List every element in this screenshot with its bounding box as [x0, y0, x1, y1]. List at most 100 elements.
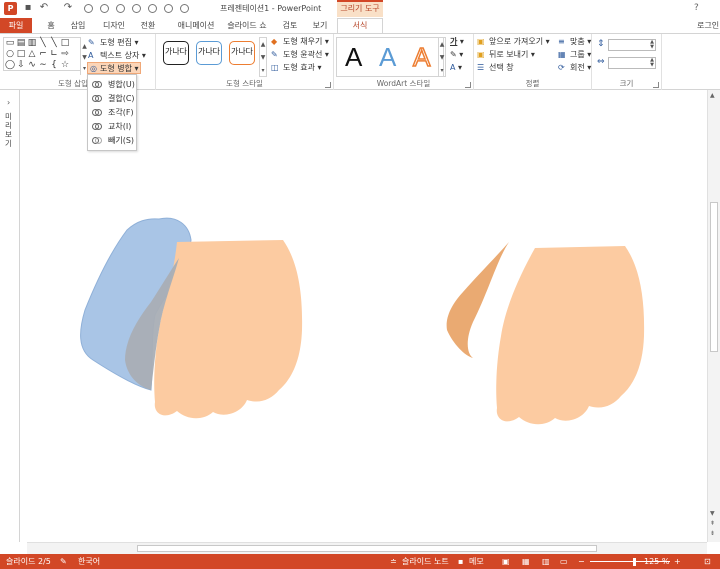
slide-sorter-icon[interactable]: ▦ [522, 554, 530, 569]
square-shape-icon[interactable]: □ [16, 50, 26, 59]
shape-style-black[interactable]: 가나다 [163, 41, 189, 65]
shape-height-input[interactable]: ▲ ▼ [608, 39, 656, 51]
tab-review[interactable]: 검토 [280, 19, 300, 33]
fit-slide-icon[interactable]: ⊡ [704, 554, 711, 569]
rectangle2-shape-icon[interactable]: □ [60, 39, 70, 48]
edit-shape-button[interactable]: ✎ 도형 편집 ▾ [88, 37, 139, 49]
bring-forward-button[interactable]: ▣ 앞으로 가져오기 ▾ [477, 36, 550, 48]
rounded-shape-icon[interactable]: ◯ [5, 61, 15, 70]
merge-shapes-button[interactable]: ◎ 도형 병합 ▾ [87, 62, 141, 74]
previous-slide-icon[interactable]: ⇞ [710, 520, 715, 527]
horizontal-scroll-thumb[interactable] [137, 545, 597, 552]
vertical-scroll-thumb[interactable] [710, 202, 718, 352]
qat-shape-icon-4[interactable] [132, 4, 141, 13]
next-slide-icon[interactable]: ⇟ [710, 530, 715, 537]
spelling-check-icon[interactable]: ✎ [60, 554, 67, 569]
shape-effects-button[interactable]: ◫ 도형 효과 ▾ [271, 62, 322, 74]
oval-shape-icon[interactable]: ○ [5, 50, 15, 59]
merge-combine-item[interactable]: 결합(C) [88, 92, 136, 105]
comments-button[interactable]: 메모 [469, 554, 484, 569]
qat-shape-icon-5[interactable] [148, 4, 157, 13]
help-button[interactable]: ? [694, 3, 699, 13]
notes-icon[interactable]: ≐ [390, 554, 397, 569]
send-backward-button[interactable]: ▣ 뒤로 보내기 ▾ [477, 49, 535, 61]
tab-slideshow[interactable]: 슬라이드 쇼 [225, 19, 269, 33]
selection-pane-button[interactable]: ☰ 선택 창 [477, 62, 514, 74]
qat-shape-icon-1[interactable] [84, 4, 93, 13]
tab-format[interactable]: 서식 [337, 18, 383, 34]
text-fill-button[interactable]: 가 ▾ [450, 36, 464, 48]
vertical-scrollbar[interactable]: ▲ ▼ ⇞ ⇟ [707, 90, 720, 542]
curved-connector-shape-icon[interactable]: ∟ [49, 50, 59, 59]
wordart-black[interactable]: A [345, 43, 362, 71]
undo-icon[interactable]: ↶ [38, 2, 50, 14]
tab-insert[interactable]: 삽입 [68, 19, 88, 33]
tab-file[interactable]: 파일 [0, 18, 32, 33]
star-shape-icon[interactable]: ☆ [60, 61, 70, 70]
tab-transitions[interactable]: 전환 [138, 19, 158, 33]
rotate-button[interactable]: ⟳ 회전 ▾ [558, 62, 591, 74]
scroll-up-arrow[interactable]: ▲ [710, 92, 715, 99]
shape-styles-scroll[interactable]: ▲ ▼ ▾ [259, 37, 267, 77]
shape-gallery[interactable]: ▭ ▤ ▥ ╲ ╲ □ ○ □ △ ⌐ ∟ ⇨ ◯ ⇩ ∿ ∼ { ☆ ▲ ▼ ▾ [3, 37, 87, 75]
text-outline-button[interactable]: ✎ ▾ [450, 49, 463, 61]
qat-shape-icon-3[interactable] [116, 4, 125, 13]
tab-view[interactable]: 보기 [310, 19, 330, 33]
tab-animations[interactable]: 애니메이션 [170, 19, 222, 33]
bracket-shape-icon[interactable]: { [49, 61, 59, 70]
redo-icon[interactable]: ↷ [62, 2, 74, 14]
triangle-shape-icon[interactable]: △ [27, 50, 37, 59]
text-effects-button[interactable]: A ▾ [450, 62, 462, 74]
merge-union-item[interactable]: 병합(U) [88, 78, 136, 91]
qat-shape-icon-7[interactable] [180, 4, 189, 13]
block-arrow-shape-icon[interactable]: ⇨ [60, 50, 70, 59]
text-box-button[interactable]: A 텍스트 상자 ▾ [88, 50, 146, 62]
arrow-line-shape-icon[interactable]: ╲ [49, 39, 59, 48]
wordart-scroll[interactable]: ▲ ▼ ▾ [438, 37, 446, 77]
comments-icon[interactable]: ▪ [458, 554, 463, 569]
merge-fragment-item[interactable]: 조각(F) [88, 106, 136, 119]
elbow-connector-shape-icon[interactable]: ⌐ [38, 50, 48, 59]
powerpoint-app-icon[interactable]: P [4, 2, 17, 15]
wordart-launcher[interactable] [465, 82, 471, 88]
scroll-down-arrow[interactable]: ▼ [710, 510, 715, 517]
textbox-shape-icon[interactable]: ▤ [16, 39, 26, 48]
shape-width-input[interactable]: ▲ ▼ [608, 57, 656, 69]
sign-in-link[interactable]: 로그인 [697, 20, 719, 31]
reading-view-icon[interactable]: ▥ [542, 554, 550, 569]
qat-shape-icon-2[interactable] [100, 4, 109, 13]
shape-style-blue[interactable]: 가나다 [196, 41, 222, 65]
save-icon[interactable]: ▪ [22, 2, 34, 14]
merge-subtract-item[interactable]: 빼기(S) [88, 134, 136, 147]
expand-chevron-icon[interactable]: › [7, 98, 10, 107]
group-button[interactable]: ▦ 그룹 ▾ [558, 49, 591, 61]
zoom-out-button[interactable]: − [578, 554, 585, 569]
align-button[interactable]: ≡ 맞춤 ▾ [558, 36, 591, 48]
wordart-blue[interactable]: A [379, 43, 396, 71]
wordart-orange-outline[interactable]: A [412, 42, 431, 72]
line-shape-icon[interactable]: ╲ [38, 39, 48, 48]
freeform-shape-icon[interactable]: ∼ [38, 61, 48, 70]
qat-shape-icon-6[interactable] [164, 4, 173, 13]
shape-styles-launcher[interactable] [325, 82, 331, 88]
down-arrow-shape-icon[interactable]: ⇩ [16, 61, 26, 70]
thumbnail-pane-collapsed[interactable]: › 미리 보기 [0, 90, 20, 542]
rectangle-shape-icon[interactable]: ▭ [5, 39, 15, 48]
shape-outline-button[interactable]: ✎ 도형 윤곽선 ▾ [271, 49, 329, 61]
wordart-gallery[interactable]: A A A [336, 37, 444, 77]
language-indicator[interactable]: 한국어 [78, 554, 100, 569]
size-launcher[interactable] [653, 82, 659, 88]
horizontal-scrollbar[interactable] [27, 542, 707, 554]
zoom-in-button[interactable]: + [674, 554, 681, 569]
slide-canvas[interactable] [27, 90, 707, 542]
zoom-slider-knob[interactable] [633, 558, 637, 566]
vertical-textbox-shape-icon[interactable]: ▥ [27, 39, 37, 48]
shape-fill-button[interactable]: ◆ 도형 채우기 ▾ [271, 36, 329, 48]
tab-design[interactable]: 디자인 [100, 19, 128, 33]
curve-shape-icon[interactable]: ∿ [27, 61, 37, 70]
width-spinner[interactable]: ▲ ▼ [650, 58, 654, 68]
notes-button[interactable]: 슬라이드 노트 [402, 554, 449, 569]
slideshow-view-icon[interactable]: ▭ [560, 554, 568, 569]
shape-style-orange[interactable]: 가나다 [229, 41, 255, 65]
height-spinner[interactable]: ▲ ▼ [650, 40, 654, 50]
